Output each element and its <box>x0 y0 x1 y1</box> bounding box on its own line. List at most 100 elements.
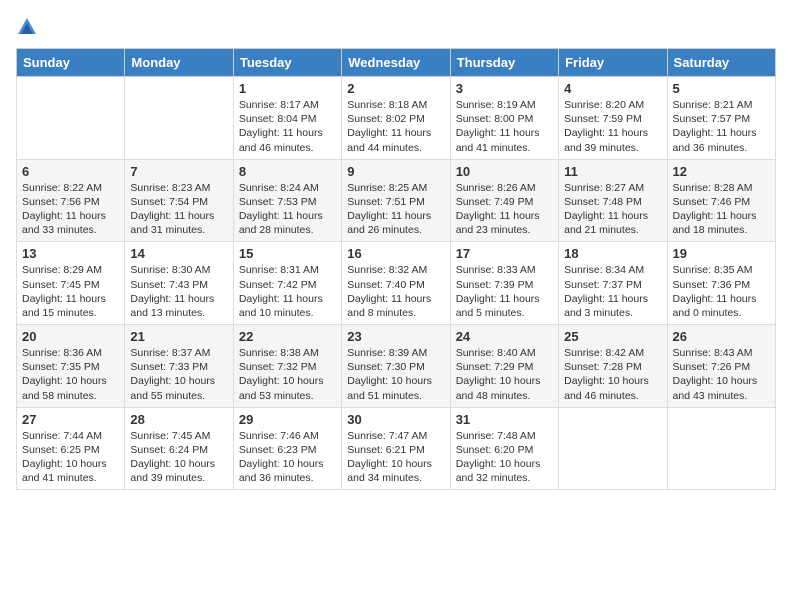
day-number: 6 <box>22 164 119 179</box>
calendar-cell <box>125 77 233 160</box>
logo <box>16 16 42 38</box>
day-number: 2 <box>347 81 444 96</box>
calendar-cell: 21Sunrise: 8:37 AMSunset: 7:33 PMDayligh… <box>125 325 233 408</box>
day-number: 13 <box>22 246 119 261</box>
calendar-cell: 30 Sunrise: 7:47 AMSunset: 6:21 PMDayligh… <box>342 407 450 490</box>
day-number: 26 <box>673 329 770 344</box>
day-number: 22 <box>239 329 336 344</box>
day-number: 29 <box>239 412 336 427</box>
day-info: Sunrise: 8:27 AMSunset: 7:48 PMDaylight:… <box>564 181 661 238</box>
day-info: Sunrise: 8:19 AMSunset: 8:00 PMDaylight:… <box>456 98 553 155</box>
day-info: Sunrise: 7:44 AMSunset: 6:25 PMDaylight:… <box>22 429 119 486</box>
calendar-cell: 13 Sunrise: 8:29 AMSunset: 7:45 PMDayligh… <box>17 242 125 325</box>
day-number: 18 <box>564 246 661 261</box>
calendar-table: SundayMondayTuesdayWednesdayThursdayFrid… <box>16 48 776 490</box>
day-info: Sunrise: 8:40 AMSunset: 7:29 PMDaylight:… <box>456 346 553 403</box>
weekday-header-row: SundayMondayTuesdayWednesdayThursdayFrid… <box>17 49 776 77</box>
day-number: 7 <box>130 164 227 179</box>
calendar-cell: 2 Sunrise: 8:18 AMSunset: 8:02 PMDaylight… <box>342 77 450 160</box>
calendar-cell: 11 Sunrise: 8:27 AMSunset: 7:48 PMDayligh… <box>559 159 667 242</box>
day-number: 5 <box>673 81 770 96</box>
calendar-cell: 6 Sunrise: 8:22 AMSunset: 7:56 PMDaylight… <box>17 159 125 242</box>
calendar-body: 1 Sunrise: 8:17 AMSunset: 8:04 PMDaylight… <box>17 77 776 490</box>
calendar-cell: 25 Sunrise: 8:42 AMSunset: 7:28 PMDayligh… <box>559 325 667 408</box>
day-info: Sunrise: 7:45 AMSunset: 6:24 PMDaylight:… <box>130 429 227 486</box>
day-info: Sunrise: 8:42 AMSunset: 7:28 PMDaylight:… <box>564 346 661 403</box>
calendar-cell: 3Sunrise: 8:19 AMSunset: 8:00 PMDaylight… <box>450 77 558 160</box>
day-info: Sunrise: 8:36 AMSunset: 7:35 PMDaylight:… <box>22 346 119 403</box>
page-header <box>16 16 776 38</box>
day-info: Sunrise: 8:29 AMSunset: 7:45 PMDaylight:… <box>22 263 119 320</box>
day-number: 31 <box>456 412 553 427</box>
day-info: Sunrise: 8:31 AMSunset: 7:42 PMDaylight:… <box>239 263 336 320</box>
day-number: 9 <box>347 164 444 179</box>
day-number: 16 <box>347 246 444 261</box>
day-info: Sunrise: 8:39 AMSunset: 7:30 PMDaylight:… <box>347 346 444 403</box>
calendar-cell: 27Sunrise: 7:44 AMSunset: 6:25 PMDayligh… <box>17 407 125 490</box>
day-number: 4 <box>564 81 661 96</box>
day-info: Sunrise: 8:38 AMSunset: 7:32 PMDaylight:… <box>239 346 336 403</box>
day-number: 15 <box>239 246 336 261</box>
calendar-cell <box>17 77 125 160</box>
calendar-cell: 23 Sunrise: 8:39 AMSunset: 7:30 PMDayligh… <box>342 325 450 408</box>
day-info: Sunrise: 8:18 AMSunset: 8:02 PMDaylight:… <box>347 98 444 155</box>
day-number: 30 <box>347 412 444 427</box>
day-number: 23 <box>347 329 444 344</box>
day-info: Sunrise: 8:35 AMSunset: 7:36 PMDaylight:… <box>673 263 770 320</box>
day-info: Sunrise: 8:26 AMSunset: 7:49 PMDaylight:… <box>456 181 553 238</box>
day-number: 25 <box>564 329 661 344</box>
calendar-cell: 4 Sunrise: 8:20 AMSunset: 7:59 PMDaylight… <box>559 77 667 160</box>
calendar-cell: 28 Sunrise: 7:45 AMSunset: 6:24 PMDayligh… <box>125 407 233 490</box>
day-info: Sunrise: 7:48 AMSunset: 6:20 PMDaylight:… <box>456 429 553 486</box>
day-number: 28 <box>130 412 227 427</box>
day-info: Sunrise: 8:25 AMSunset: 7:51 PMDaylight:… <box>347 181 444 238</box>
day-number: 14 <box>130 246 227 261</box>
calendar-cell: 14 Sunrise: 8:30 AMSunset: 7:43 PMDayligh… <box>125 242 233 325</box>
day-info: Sunrise: 8:24 AMSunset: 7:53 PMDaylight:… <box>239 181 336 238</box>
day-number: 1 <box>239 81 336 96</box>
day-info: Sunrise: 8:20 AMSunset: 7:59 PMDaylight:… <box>564 98 661 155</box>
day-number: 8 <box>239 164 336 179</box>
calendar-cell: 7Sunrise: 8:23 AMSunset: 7:54 PMDaylight… <box>125 159 233 242</box>
weekday-wednesday: Wednesday <box>342 49 450 77</box>
day-info: Sunrise: 8:30 AMSunset: 7:43 PMDaylight:… <box>130 263 227 320</box>
weekday-sunday: Sunday <box>17 49 125 77</box>
day-info: Sunrise: 8:21 AMSunset: 7:57 PMDaylight:… <box>673 98 770 155</box>
weekday-thursday: Thursday <box>450 49 558 77</box>
calendar-cell: 5 Sunrise: 8:21 AMSunset: 7:57 PMDaylight… <box>667 77 775 160</box>
weekday-tuesday: Tuesday <box>233 49 341 77</box>
day-number: 19 <box>673 246 770 261</box>
calendar-cell: 12 Sunrise: 8:28 AMSunset: 7:46 PMDayligh… <box>667 159 775 242</box>
calendar-cell: 20 Sunrise: 8:36 AMSunset: 7:35 PMDayligh… <box>17 325 125 408</box>
calendar-cell: 29Sunrise: 7:46 AMSunset: 6:23 PMDayligh… <box>233 407 341 490</box>
weekday-friday: Friday <box>559 49 667 77</box>
calendar-cell: 15 Sunrise: 8:31 AMSunset: 7:42 PMDayligh… <box>233 242 341 325</box>
day-info: Sunrise: 8:34 AMSunset: 7:37 PMDaylight:… <box>564 263 661 320</box>
calendar-cell: 19 Sunrise: 8:35 AMSunset: 7:36 PMDayligh… <box>667 242 775 325</box>
calendar-cell: 31 Sunrise: 7:48 AMSunset: 6:20 PMDayligh… <box>450 407 558 490</box>
calendar-cell: 16 Sunrise: 8:32 AMSunset: 7:40 PMDayligh… <box>342 242 450 325</box>
calendar-cell: 10Sunrise: 8:26 AMSunset: 7:49 PMDayligh… <box>450 159 558 242</box>
calendar-cell: 8 Sunrise: 8:24 AMSunset: 7:53 PMDaylight… <box>233 159 341 242</box>
day-info: Sunrise: 7:47 AMSunset: 6:21 PMDaylight:… <box>347 429 444 486</box>
calendar-cell: 9 Sunrise: 8:25 AMSunset: 7:51 PMDaylight… <box>342 159 450 242</box>
calendar-week-1: 1 Sunrise: 8:17 AMSunset: 8:04 PMDaylight… <box>17 77 776 160</box>
day-info: Sunrise: 8:43 AMSunset: 7:26 PMDaylight:… <box>673 346 770 403</box>
calendar-cell: 22 Sunrise: 8:38 AMSunset: 7:32 PMDayligh… <box>233 325 341 408</box>
calendar-cell: 24 Sunrise: 8:40 AMSunset: 7:29 PMDayligh… <box>450 325 558 408</box>
calendar-week-3: 13 Sunrise: 8:29 AMSunset: 7:45 PMDayligh… <box>17 242 776 325</box>
day-info: Sunrise: 8:22 AMSunset: 7:56 PMDaylight:… <box>22 181 119 238</box>
day-info: Sunrise: 8:32 AMSunset: 7:40 PMDaylight:… <box>347 263 444 320</box>
day-info: Sunrise: 8:33 AMSunset: 7:39 PMDaylight:… <box>456 263 553 320</box>
logo-icon <box>16 16 38 38</box>
day-info: Sunrise: 8:28 AMSunset: 7:46 PMDaylight:… <box>673 181 770 238</box>
day-number: 21 <box>130 329 227 344</box>
day-number: 12 <box>673 164 770 179</box>
day-number: 24 <box>456 329 553 344</box>
day-number: 20 <box>22 329 119 344</box>
day-info: Sunrise: 8:17 AMSunset: 8:04 PMDaylight:… <box>239 98 336 155</box>
weekday-monday: Monday <box>125 49 233 77</box>
calendar-cell: 18 Sunrise: 8:34 AMSunset: 7:37 PMDayligh… <box>559 242 667 325</box>
day-number: 11 <box>564 164 661 179</box>
calendar-cell: 1 Sunrise: 8:17 AMSunset: 8:04 PMDaylight… <box>233 77 341 160</box>
